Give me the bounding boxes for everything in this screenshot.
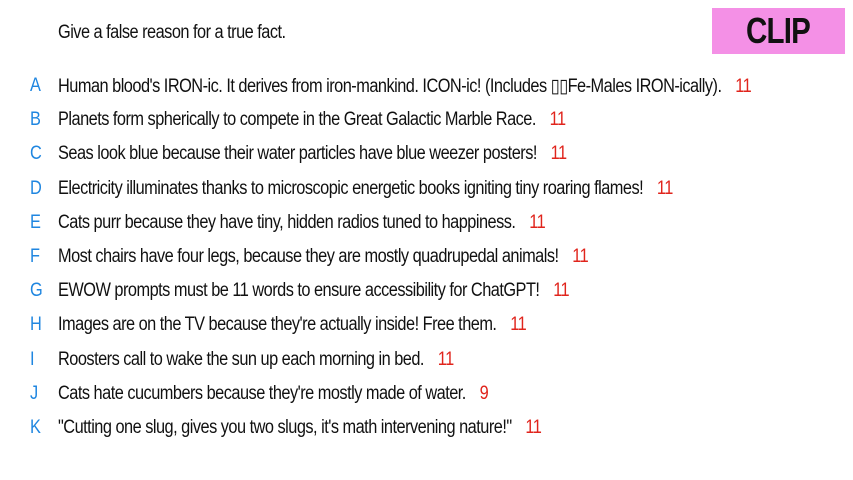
entry-letter: I xyxy=(30,348,35,370)
entry-letter: K xyxy=(30,416,41,438)
entry-row: D Electricity illuminates thanks to micr… xyxy=(0,174,853,208)
entry-row: F Most chairs have four legs, because th… xyxy=(0,242,853,276)
word-count: 11 xyxy=(549,109,566,131)
entry-row: H Images are on the TV because they're a… xyxy=(0,310,853,344)
entry-letter: G xyxy=(30,280,43,302)
entry-letter: J xyxy=(30,382,39,404)
entry-letter: A xyxy=(30,75,41,96)
entry-letter: C xyxy=(30,143,42,165)
entry-list: A Human blood's IRON-ic. It derives from… xyxy=(0,71,853,447)
entry-text: Most chairs have four legs, because they… xyxy=(58,245,559,267)
entry-text: Seas look blue because their water parti… xyxy=(58,143,537,165)
entry-text: Human blood's IRON-ic. It derives from i… xyxy=(58,76,722,97)
word-count: 11 xyxy=(550,143,567,165)
entry-text: EWOW prompts must be 11 words to ensure … xyxy=(58,280,540,302)
entry-text: Images are on the TV because they're act… xyxy=(58,314,497,336)
word-count: 11 xyxy=(656,177,673,199)
entry-text: Roosters call to wake the sun up each mo… xyxy=(58,348,424,370)
entry-letter: B xyxy=(30,109,41,131)
entry-row: C Seas look blue because their water par… xyxy=(0,139,853,173)
entry-row: A Human blood's IRON-ic. It derives from… xyxy=(0,71,853,105)
entry-row: K "Cutting one slug, gives you two slugs… xyxy=(0,413,853,447)
word-count: 9 xyxy=(479,382,489,404)
entry-letter: H xyxy=(30,314,42,336)
word-count: 11 xyxy=(510,314,527,336)
word-count: 11 xyxy=(572,245,589,267)
entry-text: Cats purr because they have tiny, hidden… xyxy=(58,211,516,233)
entry-letter: F xyxy=(30,245,40,267)
word-count: 11 xyxy=(529,211,546,233)
word-count: 11 xyxy=(525,416,542,438)
entry-letter: D xyxy=(30,177,42,199)
entry-row: J Cats hate cucumbers because they're mo… xyxy=(0,379,853,413)
entry-text: "Cutting one slug, gives you two slugs, … xyxy=(58,416,512,438)
entry-text: Cats hate cucumbers because they're most… xyxy=(58,382,466,404)
word-count: 11 xyxy=(553,280,570,302)
entry-text: Planets form spherically to compete in t… xyxy=(58,109,536,131)
clip-badge: CLIP xyxy=(712,8,845,54)
entry-row: B Planets form spherically to compete in… xyxy=(0,105,853,139)
word-count: 11 xyxy=(437,348,454,370)
entry-row: I Roosters call to wake the sun up each … xyxy=(0,345,853,379)
entry-text: Electricity illuminates thanks to micros… xyxy=(58,177,644,199)
word-count: 11 xyxy=(735,76,752,97)
entry-row: G EWOW prompts must be 11 words to ensur… xyxy=(0,276,853,310)
entry-row: E Cats purr because they have tiny, hidd… xyxy=(0,208,853,242)
clip-badge-label: CLIP xyxy=(746,10,812,51)
entry-letter: E xyxy=(30,211,41,233)
prompt-title: Give a false reason for a true fact. xyxy=(58,22,286,43)
